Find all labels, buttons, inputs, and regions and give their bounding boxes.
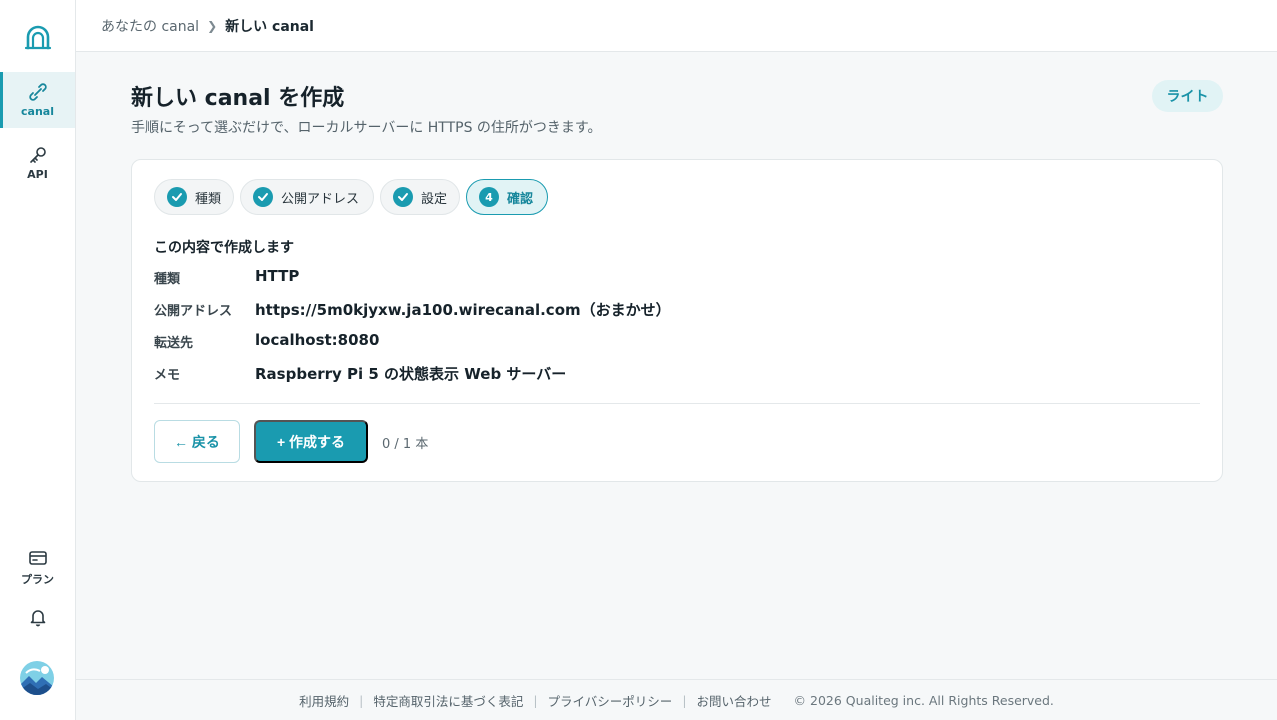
bell-icon bbox=[30, 609, 45, 626]
check-icon bbox=[167, 187, 187, 207]
sidebar-item-label: canal bbox=[21, 105, 54, 118]
summary-value-destination: localhost:8080 bbox=[255, 331, 380, 349]
breadcrumb-current: 新しい canal bbox=[225, 18, 314, 35]
avatar[interactable] bbox=[20, 661, 54, 695]
divider bbox=[154, 403, 1200, 404]
summary-value-public-address: https://5m0kjyxw.ja100.wirecanal.com（おまか… bbox=[255, 301, 671, 319]
step-label: 確認 bbox=[507, 191, 534, 207]
chevron-right-icon: ❯ bbox=[207, 18, 218, 33]
footer-link-privacy[interactable]: プライバシーポリシー bbox=[548, 691, 673, 710]
footer-link-terms[interactable]: 利用規約 bbox=[299, 691, 349, 710]
step-confirm[interactable]: 4 確認 bbox=[466, 179, 548, 215]
step-label: 公開アドレス bbox=[281, 191, 360, 207]
theme-toggle-button[interactable]: ライト bbox=[1152, 80, 1223, 112]
sidebar: canal API プラン bbox=[0, 0, 76, 720]
divider: | bbox=[682, 692, 687, 708]
page-title: 新しい canal を作成 bbox=[131, 86, 345, 111]
check-icon bbox=[253, 187, 273, 207]
avatar-image bbox=[20, 661, 54, 695]
divider: | bbox=[533, 692, 538, 708]
footer-link-contact[interactable]: お問い合わせ bbox=[697, 691, 772, 710]
step-type[interactable]: 種類 bbox=[154, 179, 234, 215]
link-plug-icon bbox=[28, 83, 47, 101]
sidebar-item-label: プラン bbox=[21, 572, 54, 586]
sidebar-item-canal[interactable]: canal bbox=[0, 72, 75, 128]
create-button[interactable]: + 作成する bbox=[254, 420, 368, 463]
footer-link-commerce-law[interactable]: 特定商取引法に基づく表記 bbox=[373, 691, 523, 710]
summary-label-type: 種類 bbox=[154, 272, 181, 287]
breadcrumb-parent-link[interactable]: あなたの canal bbox=[101, 16, 199, 36]
step-number: 4 bbox=[479, 187, 499, 207]
divider: | bbox=[359, 692, 364, 708]
summary-value-memo: Raspberry Pi 5 の状態表示 Web サーバー bbox=[255, 365, 567, 383]
back-button[interactable]: ← 戻る bbox=[154, 420, 240, 463]
step-label: 種類 bbox=[195, 191, 222, 207]
summary-value-type: HTTP bbox=[255, 267, 300, 285]
page-subtitle: 手順にそって選ぶだけで、ローカルサーバーに HTTPS の住所がつきます。 bbox=[131, 120, 602, 136]
summary-label-memo: メモ bbox=[154, 368, 181, 383]
breadcrumb: あなたの canal ❯ 新しい canal bbox=[76, 0, 1277, 52]
sidebar-item-label: API bbox=[27, 168, 48, 181]
sidebar-item-plan[interactable]: プラン bbox=[0, 542, 75, 592]
quota-count: 0 / 1 本 bbox=[382, 437, 429, 452]
footer: 利用規約 | 特定商取引法に基づく表記 | プライバシーポリシー | お問い合わ… bbox=[76, 679, 1277, 720]
summary-label-destination: 転送先 bbox=[154, 336, 194, 351]
confirm-section-title: この内容で作成します bbox=[154, 240, 294, 256]
step-settings[interactable]: 設定 bbox=[380, 179, 460, 215]
key-icon bbox=[29, 147, 46, 163]
check-icon bbox=[393, 187, 413, 207]
step-public-address[interactable]: 公開アドレス bbox=[240, 179, 374, 215]
summary-label-public-address: 公開アドレス bbox=[154, 304, 233, 319]
wizard-card: 種類 公開アドレス 設定 4 確認 この内容で作成します 種類 HTTP 公開ア… bbox=[131, 159, 1223, 482]
notifications-button[interactable] bbox=[0, 600, 75, 636]
step-label: 設定 bbox=[421, 191, 448, 207]
sidebar-item-api[interactable]: API bbox=[0, 138, 75, 188]
card-icon bbox=[28, 550, 47, 565]
copyright: © 2026 Qualiteg inc. All Rights Reserved… bbox=[793, 692, 1054, 708]
tunnel-arch-icon[interactable] bbox=[24, 24, 52, 52]
